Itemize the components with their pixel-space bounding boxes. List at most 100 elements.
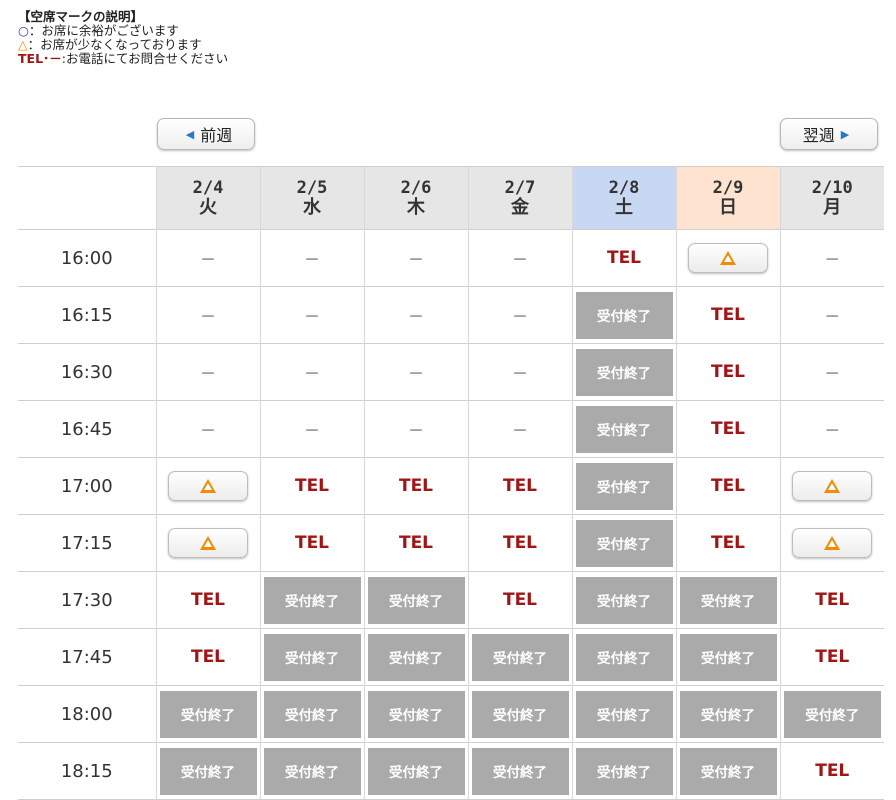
time-label: 17:00: [60, 475, 113, 497]
closed-cell: 受付終了: [259, 628, 364, 686]
unavailable-dash: －: [259, 286, 364, 344]
unavailable-dash: －: [259, 229, 364, 287]
time-slot-row: 17:45 TEL 受付終了 受付終了 受付終了 受付終了 受付終了 TEL: [18, 628, 884, 686]
closed-cell: 受付終了: [571, 400, 676, 458]
few-seats-cell: [675, 229, 780, 287]
left-arrow-icon: ◀: [185, 127, 195, 141]
closed-status: 受付終了: [367, 690, 465, 738]
prev-week-button[interactable]: ◀ 前週: [157, 118, 255, 150]
closed-status: 受付終了: [575, 633, 673, 681]
tel-status: TEL: [779, 571, 884, 629]
closed-cell: 受付終了: [363, 742, 468, 800]
triangle-icon: [200, 536, 216, 550]
reserve-few-seats-button[interactable]: [792, 471, 873, 501]
time-slot-row: 17:15 TEL TEL TEL 受付終了 TEL: [18, 514, 884, 572]
unavailable-dash: －: [779, 286, 884, 344]
weekday-label: 火: [199, 197, 217, 218]
right-arrow-icon: ▶: [840, 127, 850, 141]
closed-cell: 受付終了: [571, 685, 676, 743]
date-header-0: 2/4 火: [155, 166, 260, 230]
few-seats-cell: [155, 514, 260, 572]
closed-status: 受付終了: [367, 576, 465, 624]
closed-cell: 受付終了: [467, 628, 572, 686]
time-slot-row: 17:30 TEL 受付終了 受付終了 TEL 受付終了 受付終了 TEL: [18, 571, 884, 629]
date-header-6: 2/10 月: [779, 166, 884, 230]
closed-cell: 受付終了: [675, 628, 780, 686]
triangle-icon: [200, 479, 216, 493]
weekday-label: 水: [303, 197, 321, 218]
closed-cell: 受付終了: [259, 742, 364, 800]
unavailable-dash: －: [779, 343, 884, 401]
closed-status: 受付終了: [263, 690, 361, 738]
tel-status: TEL: [675, 286, 780, 344]
closed-cell: 受付終了: [675, 685, 780, 743]
legend-tel-text: :お電話にてお問合せください: [61, 51, 229, 66]
closed-cell: 受付終了: [467, 685, 572, 743]
time-slot-row: 16:15 －－－－受付終了 TEL －: [18, 286, 884, 344]
date-label: 2/10: [811, 178, 853, 198]
closed-status: 受付終了: [367, 633, 465, 681]
reserve-few-seats-button[interactable]: [168, 471, 248, 501]
closed-cell: 受付終了: [675, 571, 780, 629]
unavailable-dash: －: [363, 229, 468, 287]
closed-cell: 受付終了: [259, 685, 364, 743]
unavailable-dash: －: [363, 343, 468, 401]
unavailable-dash: －: [363, 400, 468, 458]
time-slots: 16:00 －－－－ TEL － 16:15 －－－－受付終了 TEL － 16:30 －－－－受…: [18, 229, 884, 800]
date-header-2: 2/6 木: [363, 166, 468, 230]
reserve-few-seats-button[interactable]: [688, 243, 768, 273]
tel-status: TEL: [571, 229, 676, 287]
next-week-label: 翌週: [802, 126, 835, 145]
weekday-label: 月: [823, 197, 842, 218]
time-label: 16:00: [60, 247, 113, 269]
closed-status: 受付終了: [679, 633, 777, 681]
closed-status: 受付終了: [679, 747, 777, 795]
closed-status: 受付終了: [263, 747, 361, 795]
availability-table: 2/4 火 2/5 水 2/6 木 2/7 金 2/8 土 2/9 日 2/10 月 16:00 －－－－ T…: [18, 166, 884, 800]
time-slot-row: 17:00 TEL TEL TEL 受付終了 TEL: [18, 457, 884, 515]
tel-status: TEL: [155, 571, 260, 629]
triangle-icon: [824, 536, 841, 550]
closed-status: 受付終了: [575, 291, 673, 339]
unavailable-dash: －: [467, 400, 572, 458]
closed-status: 受付終了: [679, 690, 777, 738]
triangle-icon: △: [18, 37, 28, 52]
corner-cell: [18, 167, 156, 230]
time-label: 18:00: [60, 703, 113, 725]
legend-triangle-text: ：お席が少なくなっております: [27, 37, 202, 52]
unavailable-dash: －: [259, 343, 364, 401]
unavailable-dash: －: [363, 286, 468, 344]
legend-title: 【空席マークの説明】: [18, 9, 144, 24]
weekday-label: 土: [615, 197, 633, 218]
tel-status: TEL: [155, 628, 260, 686]
time-slot-row: 18:15 受付終了 受付終了 受付終了 受付終了 受付終了 受付終了 TEL: [18, 742, 884, 800]
unavailable-dash: －: [155, 343, 260, 401]
tel-status: TEL: [675, 343, 780, 401]
weekday-label: 日: [719, 197, 737, 218]
reserve-few-seats-button[interactable]: [792, 528, 873, 558]
time-label: 17:15: [60, 532, 113, 554]
legend-circle-text: ：お席に余裕がございます: [28, 23, 179, 38]
closed-cell: 受付終了: [467, 742, 572, 800]
tel-status: TEL: [467, 571, 572, 629]
circle-icon: ○: [18, 23, 29, 38]
tel-symbol: TEL･－: [18, 51, 62, 66]
few-seats-cell: [779, 457, 884, 515]
reserve-few-seats-button[interactable]: [168, 528, 248, 558]
closed-status: 受付終了: [471, 747, 569, 795]
closed-cell: 受付終了: [363, 685, 468, 743]
time-label: 16:15: [60, 304, 113, 326]
next-week-button[interactable]: 翌週 ▶: [780, 118, 878, 150]
closed-status: 受付終了: [575, 405, 673, 453]
legend-circle-line: ○：お席に余裕がございます: [18, 24, 228, 38]
tel-status: TEL: [363, 457, 468, 515]
unavailable-dash: －: [155, 400, 260, 458]
prev-week-label: 前週: [200, 126, 233, 145]
closed-cell: 受付終了: [571, 457, 676, 515]
closed-status: 受付終了: [471, 690, 569, 738]
closed-status: 受付終了: [159, 747, 257, 795]
weekday-label: 金: [511, 197, 529, 218]
closed-status: 受付終了: [263, 576, 361, 624]
tel-status: TEL: [259, 457, 364, 515]
tel-status: TEL: [675, 400, 780, 458]
